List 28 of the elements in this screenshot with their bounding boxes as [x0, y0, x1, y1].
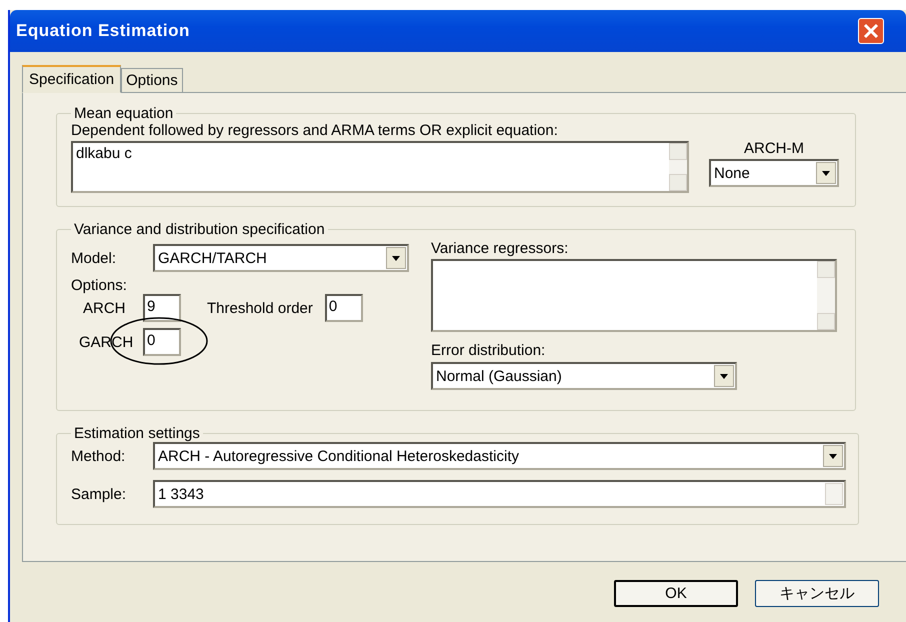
error-distribution-dropdown[interactable]: Normal (Gaussian) [431, 362, 737, 390]
tab[interactable]: Options [121, 68, 183, 92]
field-label: Variance regressors: [431, 240, 570, 257]
tab[interactable]: Specification [22, 65, 122, 93]
field-label: ARCH-M [744, 140, 804, 157]
field-label: ARCH [82, 300, 127, 316]
group-title: Mean equation [73, 105, 174, 122]
field-label: Options: [71, 277, 128, 294]
window-title: Equation Estimation [16, 21, 190, 41]
field-value: dlkabu c [75, 144, 133, 164]
ok-button[interactable]: OK [614, 580, 738, 607]
equation-field[interactable]: dlkabu c [71, 141, 689, 193]
field-label: Sample: [71, 486, 128, 502]
garch-field[interactable]: 0 [143, 328, 181, 356]
field-label: Method: [71, 448, 126, 464]
arch-m-dropdown[interactable]: None [709, 159, 839, 187]
field-label: Error distribution: [431, 342, 546, 359]
field-label: Model: [71, 250, 118, 266]
method-dropdown[interactable]: ARCH - Autoregressive Conditional Heteroskedasticity [153, 442, 846, 470]
field-label: Threshold order [207, 300, 313, 316]
field-label: Dependent followed by regressors and ARMA terms OR explicit equation: [71, 122, 559, 139]
model-dropdown[interactable]: GARCH/TARCH [153, 244, 409, 272]
threshold-field[interactable]: 0 [324, 294, 363, 322]
group-title: Variance and distribution specification [73, 221, 326, 238]
cancel-button[interactable]: キャンセル [755, 580, 879, 607]
group-title: Estimation settings [73, 425, 201, 442]
arch-field[interactable]: 9 [143, 294, 181, 322]
sample-field[interactable]: 1 3343 [153, 480, 846, 508]
